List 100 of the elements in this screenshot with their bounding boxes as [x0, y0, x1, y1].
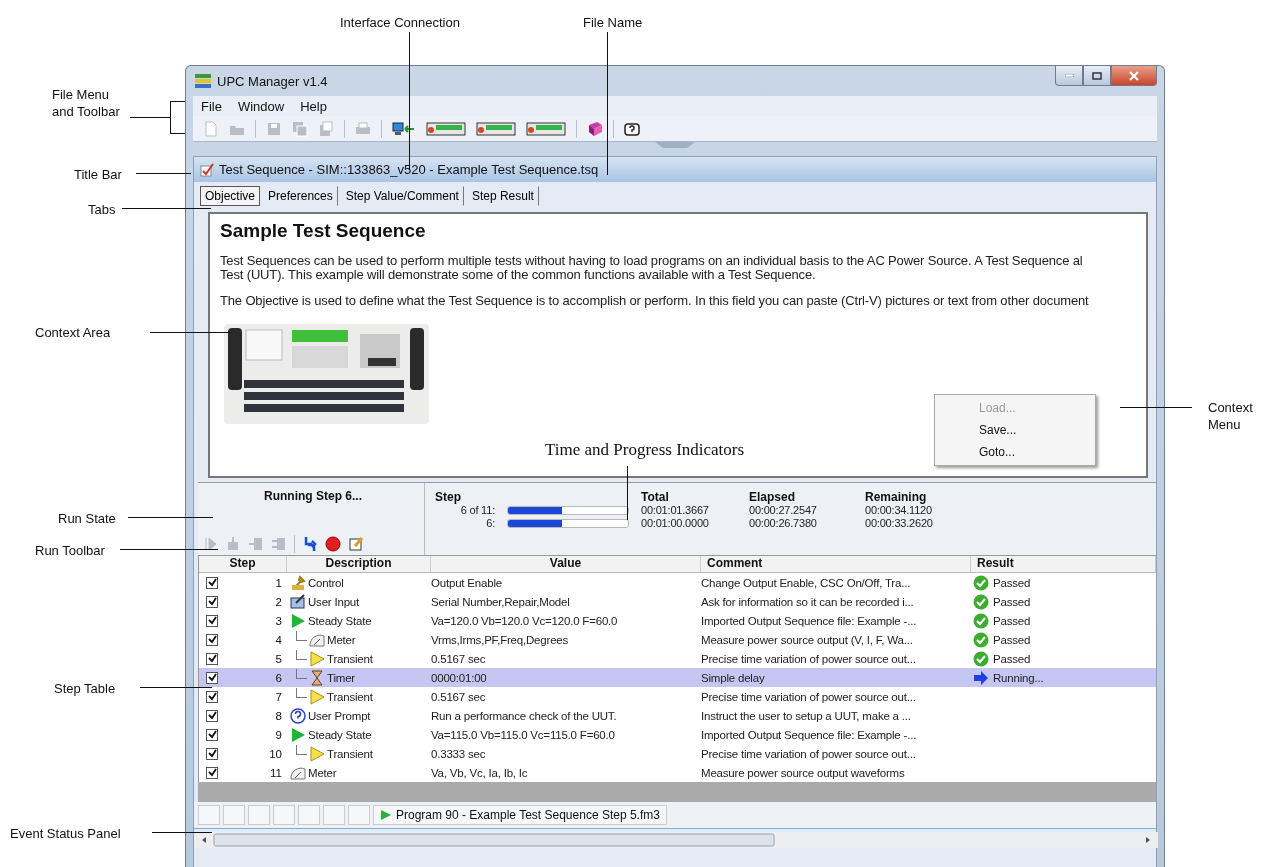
step-value: Run a performance check of the UUT.	[431, 709, 618, 722]
menu-item[interactable]: Save...	[935, 419, 1095, 441]
book-icon[interactable]	[587, 120, 603, 137]
window-title: UPC Manager v1.4	[217, 73, 328, 89]
step-row[interactable]: 10 Transient 0.3333 sec Precise time variation of power source out...	[199, 744, 1156, 763]
step-row[interactable]: 4 Meter Vrms,Irms,PF,Freq,Degrees Measure power source output (V, I, F, Wa... Passed	[199, 630, 1156, 649]
triangle-icon	[309, 745, 325, 762]
column-header[interactable]: Comment	[701, 556, 971, 572]
tab[interactable]: Preferences	[263, 186, 338, 206]
minimize-button[interactable]	[1055, 66, 1083, 86]
tree-line	[296, 649, 307, 660]
tree-line	[296, 630, 307, 641]
horizontal-scrollbar[interactable]	[194, 832, 1158, 848]
callout-label: File Name	[583, 14, 643, 31]
column-header[interactable]: Value	[431, 556, 701, 572]
step-description: Transient	[327, 652, 373, 665]
step-comment: Simple delay	[701, 671, 766, 684]
arrows-icon[interactable]	[302, 536, 318, 552]
objective-editor[interactable]	[208, 212, 1148, 478]
step-result: Passed	[993, 595, 1031, 608]
step-label: 6 of 11:	[459, 504, 495, 517]
checkbox[interactable]	[206, 652, 218, 665]
checkbox[interactable]	[206, 633, 218, 646]
callout-label: Interface Connection	[340, 14, 460, 31]
checkbox[interactable]	[206, 709, 218, 722]
tab[interactable]: Step Result	[466, 186, 539, 206]
document-title: Test Sequence - SIM::133863_v520 - Example Test Sequence.tsq	[219, 162, 599, 177]
edit-icon[interactable]	[348, 536, 364, 552]
checkbox[interactable]	[206, 728, 218, 741]
tab[interactable]: Step Value/Comment	[340, 186, 464, 206]
status-slot	[348, 805, 370, 825]
tab[interactable]: Objective	[200, 186, 261, 206]
step-row[interactable]: 1 Control Output Enable Change Output Enable, CSC On/Off, Tra... Passed	[199, 573, 1156, 592]
check-circle-icon	[973, 631, 989, 648]
step-number: 11	[269, 766, 282, 779]
checkbox[interactable]	[206, 747, 218, 760]
checkbox[interactable]	[206, 595, 218, 608]
computer-arrow-icon[interactable]	[392, 120, 416, 137]
step-number: 2	[274, 595, 282, 608]
step-description: Transient	[327, 690, 373, 703]
step-number: 4	[274, 633, 282, 646]
step-comment: Instruct the user to setup a UUT, make a ...	[701, 709, 912, 722]
step-result: Passed	[993, 652, 1031, 665]
stop-icon[interactable]	[325, 536, 341, 552]
checkbox[interactable]	[206, 690, 218, 703]
instrument-panel-icon[interactable]	[526, 120, 566, 137]
step-comment: Precise time variation of power source out...	[701, 652, 917, 665]
help-icon[interactable]	[624, 120, 640, 137]
step-row[interactable]: 11 Meter Va, Vb, Vc, Ia, Ib, Ic Measure power source output waveforms	[199, 763, 1156, 782]
menu-item[interactable]: Goto...	[935, 441, 1095, 463]
column-header[interactable]: Description	[287, 556, 431, 572]
step-row[interactable]: 2 User Input Serial Number,Repair,Model Ask for information so it can be recorded i... Passed	[199, 592, 1156, 611]
callout-label: Step Table	[54, 680, 116, 697]
gauge-icon	[290, 764, 306, 781]
close-button[interactable]	[1111, 66, 1157, 86]
step-number: 10	[268, 747, 282, 760]
step-row[interactable]: 5 Transient 0.5167 sec Precise time variation of power source out... Passed	[199, 649, 1156, 668]
close-icon	[1129, 70, 1139, 81]
callout-label: Event Status Panel	[10, 825, 121, 842]
step-comment: Imported Output Sequence file: Example -...	[701, 728, 918, 741]
arrow-right-icon	[973, 669, 989, 686]
step-result: Passed	[993, 614, 1031, 627]
menu-item[interactable]: Help	[294, 98, 333, 114]
menu-item[interactable]: File	[195, 98, 228, 114]
step-description: Meter	[308, 766, 337, 779]
triangle-icon	[309, 650, 325, 667]
step-row[interactable]: 6 Timer 0000:01:00 Simple delay Running...	[199, 668, 1156, 687]
column-label: Step	[435, 491, 462, 504]
callout-label: File Menu and Toolbar	[52, 86, 120, 120]
instrument-panel-icon[interactable]	[426, 120, 466, 137]
step-row[interactable]: 3 Steady State Va=120.0 Vb=120.0 Vc=120.0 F=60.0 Imported Output Sequence file: Example -... Passed	[199, 611, 1156, 630]
instrument-panel-icon[interactable]	[476, 120, 516, 137]
step-result: Passed	[993, 633, 1031, 646]
menu-item[interactable]: Window	[231, 98, 291, 114]
step-value: Va=115.0 Vb=115.0 Vc=115.0 F=60.0	[431, 728, 616, 741]
step-row[interactable]: 7 Transient 0.5167 sec Precise time variation of power source out...	[199, 687, 1156, 706]
step-comment: Ask for information so it can be recorded i...	[701, 595, 915, 608]
callout-label: Title Bar	[74, 166, 122, 183]
maximize-button[interactable]	[1083, 66, 1111, 86]
step-row[interactable]: 8 User Prompt Run a performance check of the UUT. Instruct the user to setup a UUT, make a ...	[199, 706, 1156, 725]
step-description: Timer	[327, 671, 355, 684]
tools-icon	[290, 574, 306, 591]
step-value: Output Enable	[431, 576, 503, 589]
checkbox[interactable]	[206, 766, 218, 779]
triangle-icon	[290, 612, 306, 629]
step-row[interactable]: 9 Steady State Va=115.0 Vb=115.0 Vc=115.0 F=60.0 Imported Output Sequence file: Example -...	[199, 725, 1156, 744]
time-value: 00:00:27.2547	[749, 504, 818, 517]
checkbox[interactable]	[206, 671, 218, 684]
status-slot	[223, 805, 245, 825]
check-circle-icon	[973, 574, 989, 591]
checkbox[interactable]	[206, 614, 218, 627]
status-message: Program 90 - Example Test Sequence Step 5.fm3	[396, 808, 660, 822]
checkbox[interactable]	[206, 576, 218, 589]
step-comment: Measure power source output waveforms	[701, 766, 906, 779]
callout-label: Context Menu	[1208, 399, 1253, 433]
column-header[interactable]: Result	[971, 556, 1156, 572]
step-value: 0000:01:00	[431, 671, 488, 684]
column-header[interactable]: Step	[199, 556, 287, 572]
gauge-icon	[309, 631, 325, 648]
objective-text: The Objective is used to define what the Test Sequence is to accomplish or perform. In this field you can paste (Ctrl-V) pictures or text from other document	[220, 294, 1090, 308]
